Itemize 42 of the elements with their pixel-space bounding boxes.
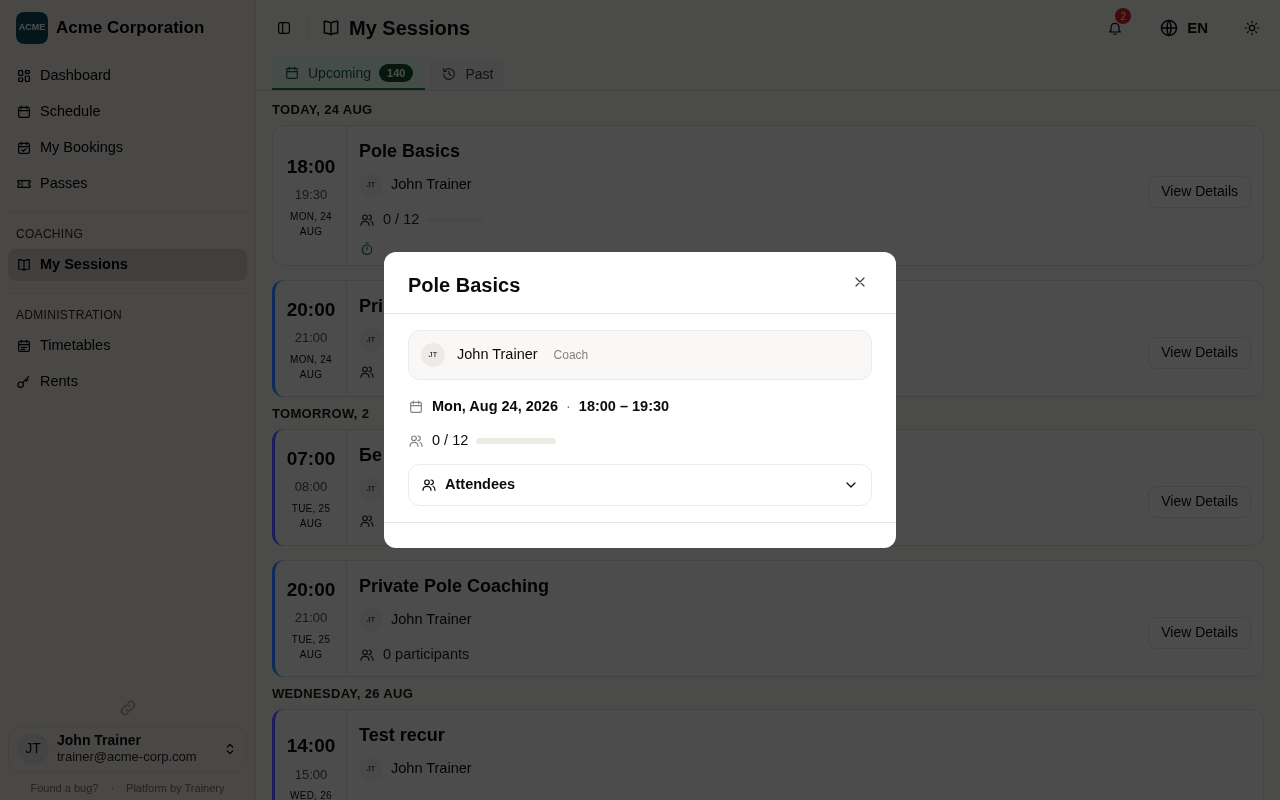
coach-name: John Trainer <box>391 759 472 779</box>
start-time: 07:00 <box>286 446 336 471</box>
capacity-count: 0 / 12 <box>383 210 420 229</box>
start-time: 20:00 <box>286 577 336 602</box>
session-title: Бе <box>359 444 382 467</box>
session-date: TUE, 25 AUG <box>290 501 332 531</box>
coach-name: John Trainer <box>391 175 472 195</box>
day-heading: TOMORROW, 2 <box>272 405 370 424</box>
session-time: 18:00 – 19:30 <box>578 397 670 416</box>
session-date: WED, 26 <box>289 789 333 800</box>
page-title: My Sessions <box>349 16 471 41</box>
people-icon <box>408 432 424 449</box>
start-time: 20:00 <box>286 297 336 322</box>
coach-name: John Trainer <box>391 610 472 630</box>
session-title: Private Pole Coaching <box>359 575 550 598</box>
session-date: TUE, 25 AUG <box>290 632 332 662</box>
section-heading: COACHING <box>15 226 85 243</box>
user-name: John Trainer <box>57 731 142 750</box>
session-title: Pole Basics <box>359 140 461 163</box>
session-title: Test recur <box>359 724 445 747</box>
capacity-count: 0 / 12 <box>432 430 469 450</box>
calendar-icon <box>408 398 424 415</box>
brand-name: Acme Corporation <box>56 17 205 40</box>
day-heading: WEDNESDAY, 26 AUG <box>272 685 414 704</box>
session-title: Pri <box>359 295 383 318</box>
attendees-dropdown[interactable]: Attendees <box>408 463 872 506</box>
section-heading: ADMINISTRATION <box>15 307 123 324</box>
people-icon <box>421 476 437 493</box>
coach-avatar: JT <box>421 343 445 367</box>
separator-dot: · <box>110 780 115 796</box>
coach-role: Coach <box>553 347 589 364</box>
day-heading: TODAY, 24 AUG <box>272 101 373 120</box>
dialog-title: Pole Basics <box>408 273 521 298</box>
session-date: Mon, Aug 24, 2026 <box>432 397 558 416</box>
session-date: MON, 24 AUG <box>289 352 333 382</box>
user-email: trainer@acme-corp.com <box>57 749 197 766</box>
participant-count: 0 participants <box>383 645 470 664</box>
coach-name: John Trainer <box>457 345 538 365</box>
session-date: MON, 24 AUG <box>289 209 333 239</box>
separator-dot: · <box>565 397 571 416</box>
start-time: 18:00 <box>286 154 336 179</box>
start-time: 14:00 <box>286 734 336 758</box>
